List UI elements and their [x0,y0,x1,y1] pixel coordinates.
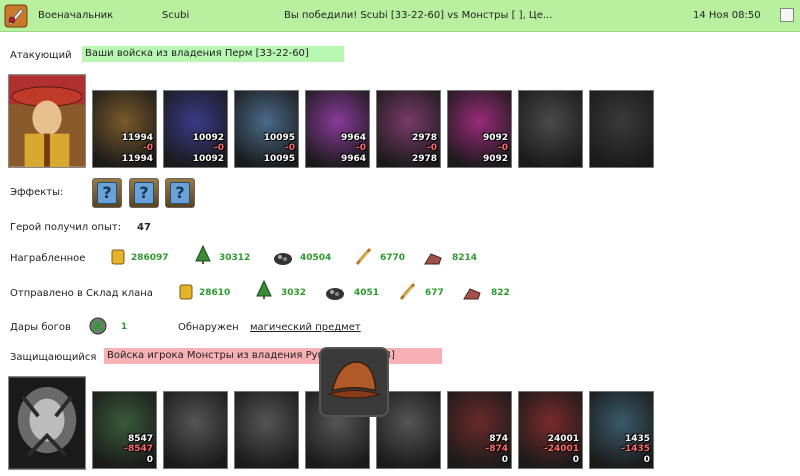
defender-hero-portrait[interactable] [8,376,86,470]
question-icon: ? [97,182,117,204]
grain-icon [399,283,416,300]
defender-unit-count: 1435 [624,434,650,444]
attacker-label: Атакующий [10,50,72,61]
question-icon: ? [170,182,190,204]
wood-icon [195,245,211,264]
attacker-slot-winged-fairy-unit[interactable]: 9964 -0 9964 [305,90,370,168]
defender-slot-empty-slot[interactable] [163,391,228,469]
attacker-unit-count: 10092 [192,154,224,164]
looted-ore: 40504 [300,253,332,263]
attacker-slot-priestess-unit[interactable]: 9092 -0 9092 [447,90,512,168]
attacker-slot-dark-knight-unit[interactable] [589,90,654,168]
defender-slot-empty-slot[interactable] [234,391,299,469]
clan-clay: 822 [491,288,510,298]
gifts-value: 1 [121,322,128,332]
attacker-slot-knight-unit[interactable]: 10095 -0 10095 [234,90,299,168]
attacker-unit-count: -0 [285,143,295,153]
clan-grain: 677 [425,288,444,298]
defender-name: Войска игрока Монстры из владения Руины … [104,348,442,364]
clan-ore: 4051 [354,288,380,298]
magic-item-link[interactable]: магический предмет [250,322,361,333]
window-checkbox[interactable] [780,8,794,22]
attacker-unit-count: -0 [214,143,224,153]
defender-unit-count: 24001 [547,434,579,444]
attacker-unit-count: 10095 [263,133,295,143]
defender-label: Защищающийся [10,352,97,363]
datetime: 14 Ноя 08:50 [693,10,761,21]
defender-unit-count: 0 [643,455,650,465]
player-name: Scubi [162,10,190,21]
ore-icon [274,253,292,265]
defender-unit-count: -874 [485,444,508,454]
attacker-unit-count: 9092 [482,154,508,164]
defender-unit-count: 0 [146,455,153,465]
attacker-slot-shadow-warrior-unit[interactable] [518,90,583,168]
attacker-unit-count: 9092 [482,133,508,143]
effects-label: Эффекты: [10,187,64,198]
attacker-unit-count: 11994 [121,154,153,164]
looted-grain: 6770 [380,253,406,263]
attacker-unit-count: 9964 [340,133,366,143]
attacker-unit-count: -0 [356,143,366,153]
defender-unit-count: -24001 [543,444,579,454]
attacker-unit-count: -0 [427,143,437,153]
defender-slot-crimson-guardian-unit[interactable]: 24001 -24001 0 [518,391,583,469]
defender-unit-count: -8547 [124,444,153,454]
question-icon: ? [134,182,154,204]
defender-slot-monster-beast-unit[interactable]: 8547 -8547 0 [92,391,157,469]
effect-slot[interactable]: ? [129,178,159,208]
attacker-name: Ваши войска из владения Перм [33-22-60] [82,46,344,62]
attacker-unit-count: 9964 [340,154,366,164]
window-title: Военачальник [38,10,114,21]
clan-gold: 28610 [199,288,231,298]
clan-wood: 3032 [281,288,307,298]
effect-slot[interactable]: ? [92,178,122,208]
attacker-slot-blue-mage-unit[interactable]: 10092 -0 10092 [163,90,228,168]
clay-icon [424,253,442,265]
attacker-unit-count: 2978 [411,133,437,143]
defender-unit-count: 0 [501,455,508,465]
magic-item-tooltip [319,347,389,417]
ore-icon [326,288,344,300]
attacker-unit-count: 2978 [411,154,437,164]
attacker-slot-armored-beast-unit[interactable]: 11994 -0 11994 [92,90,157,168]
grain-icon [355,248,372,265]
defender-slot-purple-dragon-unit[interactable]: 1435 -1435 0 [589,391,654,469]
gifts-label: Дары богов [10,322,71,333]
defender-unit-count: 0 [572,455,579,465]
wood-icon [256,280,272,299]
battle-message[interactable]: Вы победили! Scubi [33-22-60] vs Монстры… [284,10,552,21]
looted-wood: 30312 [219,253,251,263]
clan-label: Отправлено в Склад клана [10,288,153,299]
exp-label: Герой получил опыт: [10,222,122,233]
defender-unit-count: -1435 [621,444,650,454]
attacker-slot-archer-unit[interactable]: 2978 -0 2978 [376,90,441,168]
attacker-unit-count: 10095 [263,154,295,164]
looted-clay: 8214 [452,253,478,263]
defender-unit-count: 8547 [127,434,153,444]
attacker-unit-count: -0 [498,143,508,153]
defender-unit-count: 874 [489,434,508,444]
top-bar: Военачальник Scubi Вы победили! Scubi [3… [0,0,800,32]
attacker-unit-count: 10092 [192,133,224,143]
gold-icon [111,249,125,265]
defender-slot-red-demon-unit[interactable]: 874 -874 0 [447,391,512,469]
gift-orb-icon [89,317,107,335]
attacker-unit-count: 11994 [121,133,153,143]
found-label: Обнаружен [178,322,239,333]
gold-icon [179,284,193,300]
clay-icon [463,288,481,300]
looted-label: Награбленное [10,253,86,264]
attacker-hero-portrait[interactable] [8,74,86,168]
looted-gold: 286097 [131,253,169,263]
attacker-unit-count: -0 [143,143,153,153]
sword-shield-icon[interactable] [4,4,28,28]
exp-value: 47 [137,222,151,233]
effect-slot[interactable]: ? [165,178,195,208]
